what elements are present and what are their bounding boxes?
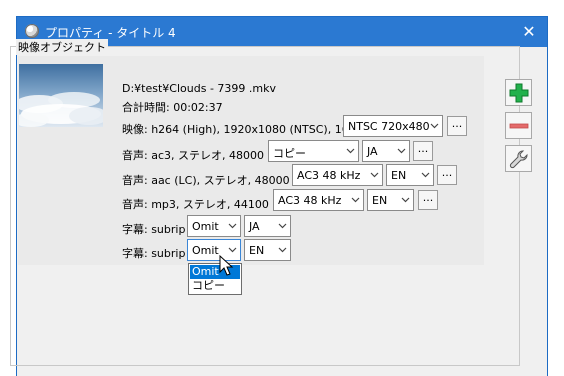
audio2-info: 音声: aac (LC), ステレオ, 48000 Hz: [122, 174, 308, 187]
audio2-codec-select[interactable]: AC3 48 kHz: [292, 164, 383, 186]
video-format-select[interactable]: NTSC 720x480: [343, 115, 443, 137]
audio3-lang-select[interactable]: EN: [367, 189, 414, 211]
clouds-thumbnail: [19, 64, 103, 127]
sub1-info: 字幕: subrip: [122, 223, 186, 236]
chevron-down-icon: [370, 172, 379, 178]
mouse-cursor-icon: [219, 255, 234, 276]
chevron-down-icon: [351, 197, 360, 203]
app-icon: [25, 24, 39, 38]
add-button[interactable]: [505, 79, 532, 106]
video-more-button[interactable]: ...: [447, 116, 467, 136]
duration: 合計時間: 00:02:37: [122, 101, 223, 114]
audio3-codec-select[interactable]: AC3 48 kHz: [273, 189, 364, 211]
minus-icon: [509, 123, 529, 129]
chevron-down-icon: [401, 197, 410, 203]
wrench-icon: [509, 150, 528, 169]
audio1-info: 音声: ac3, ステレオ, 48000 Hz: [122, 149, 282, 162]
audio1-lang-select[interactable]: JA: [362, 140, 410, 162]
close-button[interactable]: ✕: [511, 17, 547, 47]
plus-icon: [509, 83, 529, 103]
audio1-codec-select[interactable]: コピー: [268, 140, 359, 162]
sub1-mode-select[interactable]: Omit: [187, 215, 241, 237]
sub2-info: 字幕: subrip: [122, 247, 186, 260]
remove-button[interactable]: [505, 112, 532, 139]
settings-button[interactable]: [505, 145, 532, 172]
audio1-more-button[interactable]: ...: [413, 141, 433, 161]
chevron-down-icon: [421, 172, 430, 178]
chevron-down-icon: [228, 247, 237, 253]
video-info: 映像: h264 (High), 1920x1080 (NTSC), 16:9: [122, 123, 360, 136]
chevron-down-icon: [278, 247, 287, 253]
sub1-lang-select[interactable]: JA: [244, 215, 291, 237]
audio3-more-button[interactable]: ...: [418, 190, 438, 210]
audio3-info: 音声: mp3, ステレオ, 44100 Hz: [122, 198, 287, 211]
dropdown-option-copy[interactable]: コピー: [190, 279, 240, 293]
group-label: 映像オブジェクト: [16, 39, 108, 55]
audio2-lang-select[interactable]: EN: [386, 164, 434, 186]
chevron-down-icon: [397, 148, 406, 154]
chevron-down-icon: [228, 223, 237, 229]
audio2-more-button[interactable]: ...: [437, 165, 457, 185]
chevron-down-icon: [278, 223, 287, 229]
file-path: D:¥test¥Clouds - 7399 .mkv: [122, 82, 276, 95]
sub2-lang-select[interactable]: EN: [244, 239, 291, 261]
chevron-down-icon: [346, 148, 355, 154]
chevron-down-icon: [430, 123, 439, 129]
